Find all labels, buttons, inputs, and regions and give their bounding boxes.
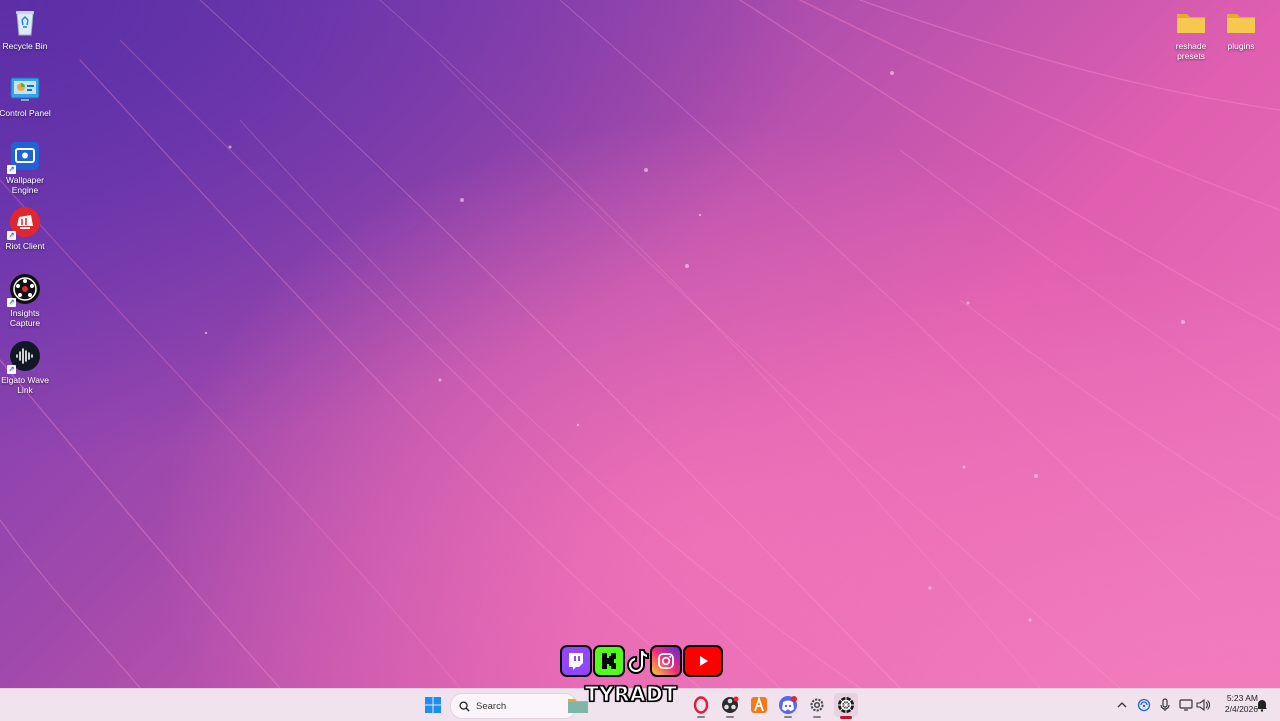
start-icon: [425, 697, 441, 713]
shortcut-arrow-icon: ↗: [7, 231, 16, 240]
microphone-icon: [1160, 698, 1170, 711]
control-panel-label: Control Panel: [0, 108, 51, 118]
folder-icon: [1175, 6, 1207, 38]
elgato-wave-link-shortcut[interactable]: ↗ Elgato Wave Link: [0, 340, 53, 395]
kick-icon: [593, 645, 625, 677]
plugins-folder[interactable]: plugins: [1213, 6, 1269, 51]
reshade-presets-folder[interactable]: reshade presets: [1163, 6, 1219, 61]
reshade-presets-label: reshade presets: [1175, 41, 1207, 61]
speaker-icon: [1196, 698, 1210, 712]
shortcut-arrow-icon: ↗: [7, 365, 16, 374]
elgato-wave-link-label: Elgato Wave Link: [1, 375, 49, 395]
recycle-bin-icon: [9, 6, 41, 38]
riot-client-label: Riot Client: [5, 241, 45, 251]
shortcut-arrow-icon: ↗: [7, 298, 16, 307]
wallpaper-streaks: [0, 0, 1280, 688]
recycle-bin-icon-shortcut[interactable]: Recycle Bin: [0, 6, 53, 51]
control-panel-icon: [9, 73, 41, 105]
taskbar-clock[interactable]: 5:23 AM 2/4/2026: [1212, 693, 1258, 715]
opera-gx-icon: [693, 696, 709, 714]
display-tray-button[interactable]: [1177, 693, 1195, 717]
wallpaper-engine-shortcut[interactable]: ↗ Wallpaper Engine: [0, 140, 53, 195]
elgato-wave-link-icon: ↗: [7, 340, 41, 374]
brand-watermark: TYRADT: [584, 682, 678, 707]
running-indicator: [697, 716, 705, 718]
tiktok-icon: [626, 645, 652, 677]
show-hidden-icons-button[interactable]: [1113, 693, 1131, 717]
arc-app-icon: [751, 696, 767, 713]
insights-capture-label: Insights Capture: [9, 308, 41, 328]
settings-icon: [810, 698, 824, 712]
riot-client-icon: ↗: [7, 206, 41, 240]
notification-bell-icon: [1257, 699, 1267, 712]
network-icon: [1137, 698, 1151, 712]
notification-button[interactable]: [1253, 693, 1271, 717]
display-icon: [1179, 699, 1193, 711]
running-indicator: [726, 716, 734, 718]
plugins-label: plugins: [1227, 41, 1255, 51]
control-panel-shortcut[interactable]: Control Panel: [0, 73, 53, 118]
chevron-up-icon: [1117, 702, 1127, 708]
running-indicator: [784, 716, 792, 718]
shortcut-arrow-icon: ↗: [7, 165, 16, 174]
discord-button[interactable]: [776, 693, 800, 718]
wallpaper-engine-label: Wallpaper Engine: [6, 175, 44, 195]
social-overlay: [560, 645, 724, 680]
riot-client-shortcut[interactable]: ↗ Riot Client: [0, 206, 53, 251]
settings-button[interactable]: [805, 693, 829, 718]
steelseries-button[interactable]: [834, 693, 858, 719]
steelseries-icon: [838, 697, 854, 713]
youtube-icon: [683, 645, 723, 677]
obs-icon: [722, 696, 739, 713]
taskbar-search[interactable]: Search: [450, 693, 577, 719]
arc-app-button[interactable]: [747, 693, 771, 717]
clock-time: 5:23 AM: [1226, 693, 1258, 703]
twitch-icon: [560, 645, 592, 677]
volume-tray-button[interactable]: [1194, 693, 1212, 717]
instagram-icon: [650, 645, 682, 677]
microphone-tray-button[interactable]: [1156, 693, 1174, 717]
wallpaper-engine-icon: ↗: [7, 140, 41, 174]
clock-date: 2/4/2026: [1224, 704, 1258, 714]
obs-button[interactable]: [718, 693, 742, 718]
recycle-bin-label: Recycle Bin: [2, 41, 48, 51]
start-button[interactable]: [421, 693, 445, 717]
search-icon: [459, 700, 470, 712]
running-indicator: [813, 716, 821, 718]
insights-capture-shortcut[interactable]: ↗ Insights Capture: [0, 273, 53, 328]
discord-icon: [779, 696, 797, 714]
active-indicator: [840, 716, 852, 719]
opera-gx-button[interactable]: [689, 693, 713, 718]
folder-icon: [1225, 6, 1257, 38]
search-placeholder: Search: [476, 700, 507, 712]
network-tray-button[interactable]: [1135, 693, 1153, 717]
insights-capture-icon: ↗: [7, 273, 41, 307]
